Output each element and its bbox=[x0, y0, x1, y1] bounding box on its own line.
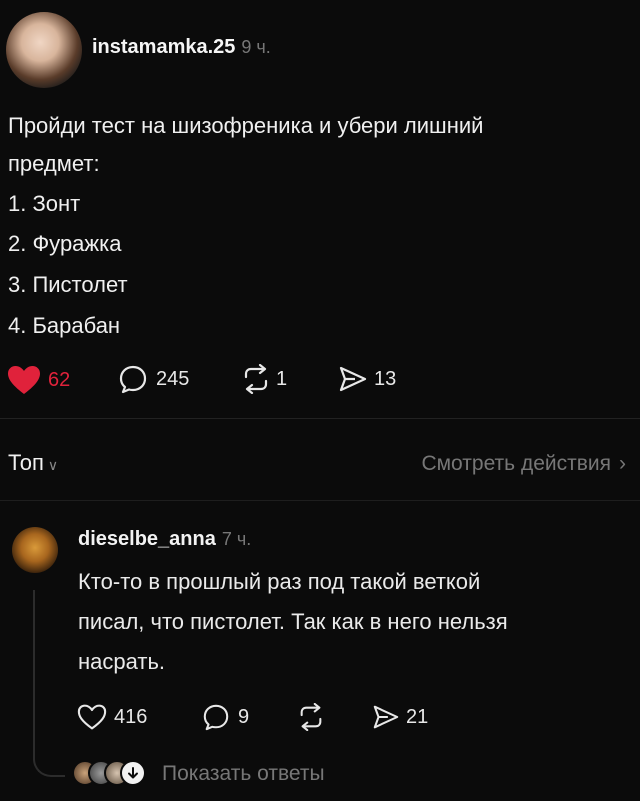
post-share-button[interactable]: 13 bbox=[338, 364, 396, 394]
arrow-down-circle-icon[interactable] bbox=[120, 760, 146, 786]
repost-icon bbox=[300, 703, 322, 731]
post-comment-count: 245 bbox=[156, 367, 190, 390]
comment-share-count: 21 bbox=[406, 705, 429, 728]
comment-like-button[interactable]: 416 bbox=[76, 703, 147, 731]
post-repost-button[interactable]: 1 bbox=[240, 364, 287, 394]
sort-top-label: Топ bbox=[8, 450, 44, 475]
post-time: 9 ч. bbox=[241, 37, 271, 57]
sort-top-dropdown[interactable]: Топ ∨ bbox=[8, 450, 58, 476]
comment-text-line-2: писал, что пистолет. Так как в него нель… bbox=[78, 609, 508, 634]
comment-time: 7 ч. bbox=[221, 529, 252, 549]
post-text-line-4: 2. Фуражка bbox=[8, 231, 122, 256]
comment-username-text[interactable]: dieselbe_anna bbox=[78, 528, 216, 550]
post-text-line-1: Пройди тест на шизофреника и убери лишни… bbox=[8, 113, 484, 138]
comment-text-line-3: насрать. bbox=[78, 649, 166, 674]
post-text-line-2: предмет: bbox=[8, 151, 100, 176]
show-replies-link[interactable]: Показать ответы bbox=[162, 762, 325, 786]
heart-filled-icon bbox=[8, 366, 40, 394]
comment-like-count: 416 bbox=[114, 705, 148, 728]
chevron-right-icon: › bbox=[619, 452, 626, 475]
post-repost-count: 1 bbox=[276, 367, 288, 390]
divider bbox=[0, 418, 640, 419]
post-comment-button[interactable]: 245 bbox=[118, 364, 189, 394]
post-text-line-6: 4. Барабан bbox=[8, 313, 121, 338]
post-like-button[interactable]: 62 bbox=[6, 364, 70, 396]
post-username-text[interactable]: instamamka.25 bbox=[92, 36, 235, 58]
comment-repost-button[interactable] bbox=[296, 703, 326, 731]
comment-bubble-icon bbox=[203, 704, 229, 731]
post-share-count: 13 bbox=[374, 367, 397, 390]
comment-bubble-icon bbox=[119, 365, 147, 394]
view-activity-link[interactable]: Смотреть действия › bbox=[421, 452, 626, 476]
view-activity-label: Смотреть действия bbox=[421, 452, 611, 475]
comment-reply-button[interactable]: 9 bbox=[202, 703, 249, 731]
post-text-line-3: 1. Зонт bbox=[8, 191, 81, 216]
send-arrow-icon bbox=[373, 705, 399, 729]
heart-outline-icon bbox=[77, 704, 107, 730]
post-like-count: 62 bbox=[48, 368, 71, 391]
thread-curve bbox=[33, 745, 65, 777]
send-arrow-icon bbox=[339, 366, 367, 392]
thread-line bbox=[33, 590, 35, 760]
divider bbox=[0, 500, 640, 501]
post-author-username[interactable]: instamamka.25 9 ч. bbox=[92, 36, 271, 59]
comment-text-line-1: Кто-то в прошлый раз под такой веткой bbox=[78, 569, 481, 594]
post-text-line-5: 3. Пистолет bbox=[8, 272, 128, 297]
comment-author-avatar[interactable] bbox=[12, 527, 58, 573]
comment-author-username[interactable]: dieselbe_anna 7 ч. bbox=[78, 528, 251, 551]
repost-icon bbox=[244, 364, 268, 394]
comment-reply-count: 9 bbox=[238, 705, 250, 728]
chevron-down-icon: ∨ bbox=[47, 457, 59, 473]
post-author-avatar[interactable] bbox=[6, 12, 82, 88]
comment-share-button[interactable]: 21 bbox=[372, 703, 428, 731]
